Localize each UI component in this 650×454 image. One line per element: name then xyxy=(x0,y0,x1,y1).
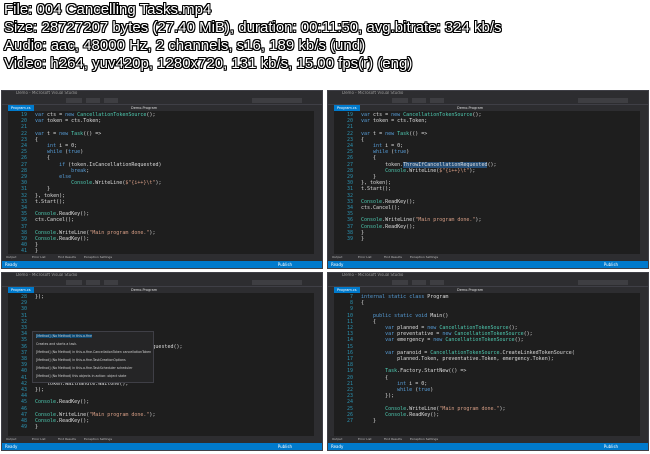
bottom-tab[interactable]: Find Results xyxy=(384,255,402,259)
code-line: 49} xyxy=(8,424,314,430)
bottom-tab[interactable]: Find Results xyxy=(58,255,76,259)
member-dropdown[interactable]: Demo.Program xyxy=(128,287,160,293)
start-button[interactable] xyxy=(430,98,444,103)
code-lines: 19 var cts = new CancellationTokenSource(… xyxy=(334,112,640,242)
bottom-tab[interactable]: Error List xyxy=(32,437,46,441)
document-tabs: Program.cs Demo.Program xyxy=(8,105,314,111)
overload-item[interactable]: [Method] (No Method) this objects in act… xyxy=(36,374,126,378)
bottom-tab[interactable]: Find Results xyxy=(384,437,402,441)
audio-line: Audio: aac, 48000 Hz, 2 channels, s16, 1… xyxy=(4,37,366,54)
line-number: 27 xyxy=(346,418,353,425)
toolbar xyxy=(328,97,648,105)
tab-program-cs[interactable]: Program.cs xyxy=(8,287,34,293)
window-title: Demo - Microsoft Visual Studio xyxy=(342,90,404,95)
member-dropdown[interactable]: Demo.Program xyxy=(454,287,486,293)
solution-explorer-strip[interactable] xyxy=(640,287,648,442)
publish-button[interactable]: Publish xyxy=(278,261,292,268)
document-tabs: Program.cs Demo.Program xyxy=(334,105,640,111)
overload-item[interactable]: [Method] (No Method) in this.a.fine xyxy=(36,334,92,338)
platform-dropdown[interactable] xyxy=(86,280,100,285)
line-number: 39 xyxy=(346,236,353,243)
quick-launch-input[interactable] xyxy=(252,280,302,285)
bottom-tab[interactable]: Output xyxy=(6,255,16,259)
member-dropdown[interactable]: Demo.Program xyxy=(128,105,160,111)
bottom-tab[interactable]: Output xyxy=(332,255,342,259)
solution-explorer-strip[interactable] xyxy=(314,287,322,442)
platform-dropdown[interactable] xyxy=(412,280,426,285)
line-number: 49 xyxy=(20,424,27,431)
intellisense-popup[interactable]: [Method] (No Method) in this.a.fine Creat… xyxy=(32,331,154,383)
window-title: Demo - Microsoft Visual Studio xyxy=(16,272,78,277)
window-title: Demo - Microsoft Visual Studio xyxy=(342,272,404,277)
debug-config-dropdown[interactable] xyxy=(392,280,408,285)
tab-program-cs[interactable]: Program.cs xyxy=(8,105,34,111)
bottom-tab[interactable]: Error List xyxy=(32,255,46,259)
video-info-header: File: 004 Cancelling Tasks.mp4 Size: 287… xyxy=(0,0,650,90)
bottom-tab[interactable]: Error List xyxy=(358,437,372,441)
platform-dropdown[interactable] xyxy=(412,98,426,103)
size-line: Size: 28727207 bytes (27.40 MiB), durati… xyxy=(4,19,502,36)
publish-button[interactable]: Publish xyxy=(604,261,618,268)
platform-dropdown[interactable] xyxy=(86,98,100,103)
overload-item[interactable]: [Method] (No Method) in this.a.fine.Task… xyxy=(36,366,132,370)
bottom-tool-tabs: Output Error List Find Results Exception Se… xyxy=(2,436,322,443)
status-bar: Ready Publish xyxy=(328,261,648,268)
bottom-tab[interactable]: Find Results xyxy=(58,437,76,441)
code-line: 39} xyxy=(334,236,640,242)
overload-item[interactable]: Creates and starts a task. xyxy=(36,342,77,346)
status-bar: Ready Publish xyxy=(2,261,322,268)
publish-button[interactable]: Publish xyxy=(604,443,618,450)
debug-config-dropdown[interactable] xyxy=(66,98,82,103)
status-ready: Ready xyxy=(5,262,18,267)
video-line: Video: h264, yuv420p, 1280x720, 131 kb/s… xyxy=(4,55,413,72)
bottom-tab[interactable]: Output xyxy=(332,437,342,441)
publish-button[interactable]: Publish xyxy=(278,443,292,450)
tab-program-cs[interactable]: Program.cs xyxy=(334,105,360,111)
overload-item[interactable]: [Method] (No Method) in this.a.fine.Canc… xyxy=(36,350,151,354)
toolbar xyxy=(2,279,322,287)
status-bar: Ready Publish xyxy=(2,443,322,450)
quick-launch-input[interactable] xyxy=(578,280,628,285)
code-lines: 7 internal static class Program 8{9 10 publ… xyxy=(334,294,640,424)
bottom-tab[interactable]: Exception Settings xyxy=(84,437,112,441)
bottom-tab[interactable]: Exception Settings xyxy=(410,255,438,259)
code-line: 27 } xyxy=(334,418,640,424)
start-button[interactable] xyxy=(430,280,444,285)
document-tabs: Program.cs Demo.Program xyxy=(8,287,314,293)
toolbar xyxy=(328,279,648,287)
document-tabs: Program.cs Demo.Program xyxy=(334,287,640,293)
bottom-tab[interactable]: Output xyxy=(6,437,16,441)
status-bar: Ready Publish xyxy=(328,443,648,450)
bottom-tab[interactable]: Exception Settings xyxy=(84,255,112,259)
ide-window-4: Demo - Microsoft Visual Studio Program.c… xyxy=(327,272,649,451)
window-title: Demo - Microsoft Visual Studio xyxy=(16,90,78,95)
bottom-tab[interactable]: Error List xyxy=(358,255,372,259)
start-button[interactable] xyxy=(104,280,118,285)
ide-window-2: Demo - Microsoft Visual Studio Program.c… xyxy=(327,90,649,269)
status-ready: Ready xyxy=(331,262,344,267)
member-dropdown[interactable]: Demo.Program xyxy=(454,105,486,111)
code-lines: 19 var cts = new CancellationTokenSource(… xyxy=(8,112,314,255)
bottom-tab[interactable]: Exception Settings xyxy=(410,437,438,441)
tab-program-cs[interactable]: Program.cs xyxy=(334,287,360,293)
bottom-tool-tabs: Output Error List Find Results Exception Se… xyxy=(2,254,322,261)
quick-launch-input[interactable] xyxy=(578,98,628,103)
debug-config-dropdown[interactable] xyxy=(66,280,82,285)
bottom-tool-tabs: Output Error List Find Results Exception Se… xyxy=(328,436,648,443)
status-ready: Ready xyxy=(331,444,344,449)
ide-window-1: Demo - Microsoft Visual Studio Program.c… xyxy=(1,90,323,269)
file-line: File: 004 Cancelling Tasks.mp4 xyxy=(4,1,212,18)
overload-item[interactable]: [Method] (No Method) in this.a.fine.Task… xyxy=(36,358,126,362)
bottom-tool-tabs: Output Error List Find Results Exception Se… xyxy=(328,254,648,261)
quick-launch-input[interactable] xyxy=(252,98,302,103)
start-button[interactable] xyxy=(104,98,118,103)
ide-window-3: Demo - Microsoft Visual Studio Program.c… xyxy=(1,272,323,451)
solution-explorer-strip[interactable] xyxy=(640,105,648,260)
status-ready: Ready xyxy=(5,444,18,449)
debug-config-dropdown[interactable] xyxy=(392,98,408,103)
solution-explorer-strip[interactable] xyxy=(314,105,322,260)
toolbar xyxy=(2,97,322,105)
